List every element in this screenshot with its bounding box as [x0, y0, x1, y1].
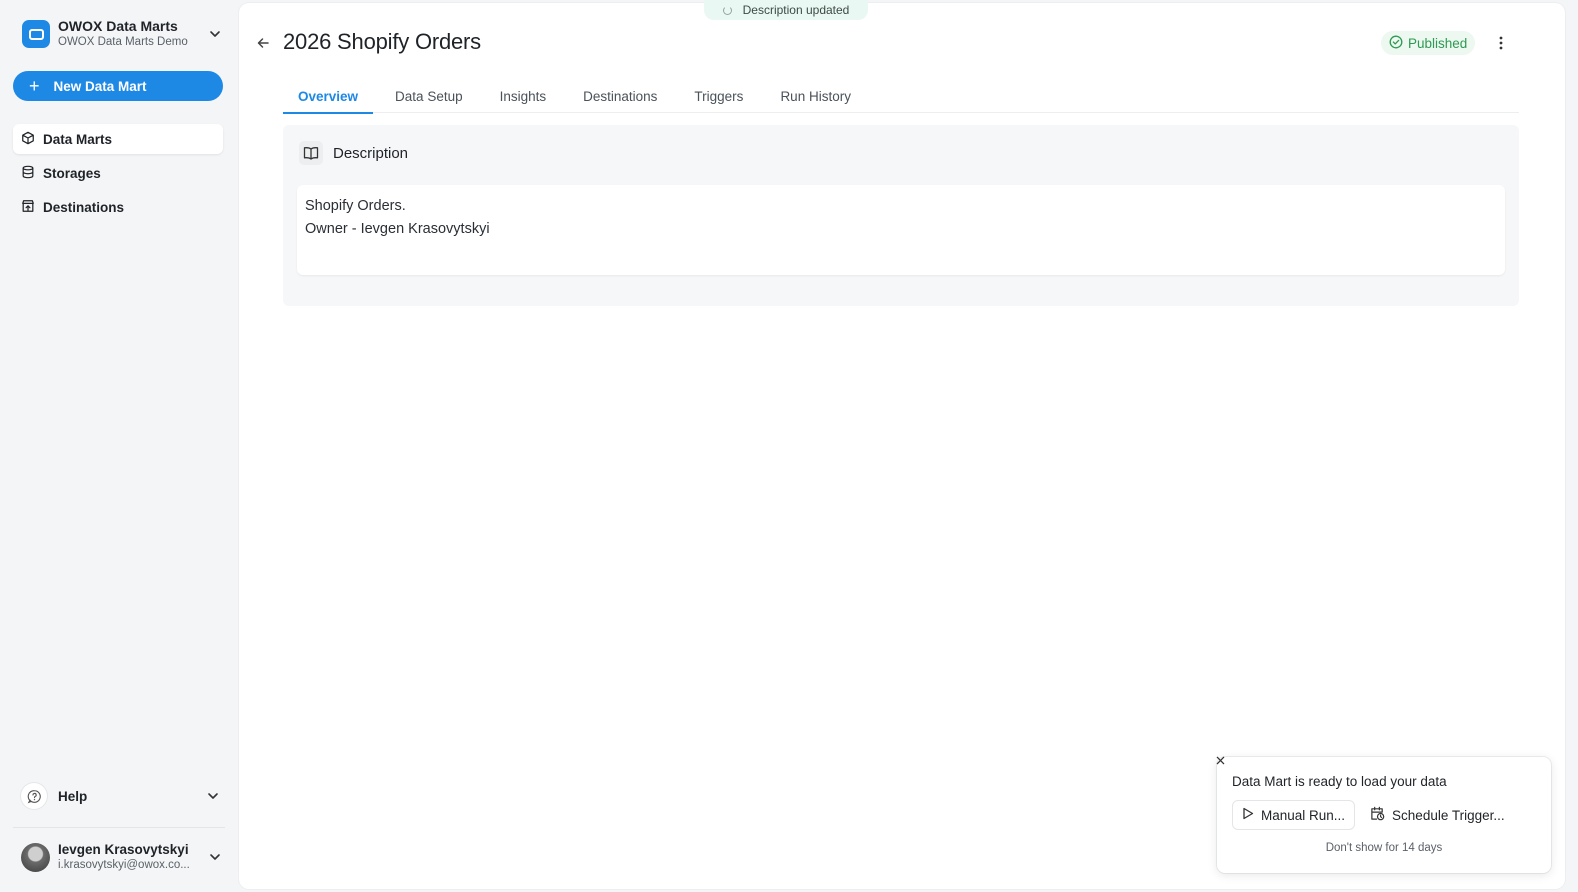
new-data-mart-label: New Data Mart [53, 78, 147, 94]
sidebar-nav: Data Marts Storages Destinations [13, 124, 223, 226]
description-header: Description [299, 141, 408, 165]
sidebar-item-destinations[interactable]: Destinations [13, 192, 223, 222]
cube-icon [21, 131, 43, 148]
description-title: Description [333, 144, 409, 162]
tab-overview[interactable]: Overview [283, 79, 374, 114]
sidebar-divider [13, 827, 225, 828]
new-data-mart-button[interactable]: + New Data Mart [13, 71, 223, 101]
sidebar-item-label: Data Marts [43, 131, 113, 147]
destination-icon [21, 199, 43, 216]
tab-triggers[interactable]: Triggers [679, 79, 758, 113]
popup-actions: Manual Run... Schedule Trigger... [1232, 800, 1520, 830]
user-email: i.krasovytskyi@owox.co... [58, 858, 190, 871]
plus-icon: + [29, 76, 40, 96]
spinner-icon [722, 5, 732, 15]
dont-show-link[interactable]: Don't show for 14 days [1217, 842, 1551, 854]
page-title: 2026 Shopify Orders [283, 29, 481, 54]
description-line: Owner - Ievgen Krasovytskyi [305, 220, 490, 237]
tab-bar: Overview Data Setup Insights Destination… [283, 79, 1519, 114]
sidebar: OWOX Data Marts OWOX Data Marts Demo + N… [0, 0, 238, 892]
tab-insights[interactable]: Insights [485, 79, 562, 113]
more-vertical-icon[interactable] [1491, 33, 1511, 53]
main-panel: 2026 Shopify Orders Published Overview D… [239, 3, 1565, 889]
description-card: Description Shopify Orders. Owner - Ievg… [283, 125, 1519, 306]
status-badge[interactable]: Published [1381, 31, 1476, 55]
sidebar-item-data-marts[interactable]: Data Marts [13, 124, 223, 154]
chevron-down-icon[interactable] [205, 847, 225, 867]
close-icon[interactable] [1213, 753, 1227, 767]
tab-run-history[interactable]: Run History [765, 79, 866, 113]
status-label: Published [1408, 35, 1468, 51]
manual-run-label: Manual Run... [1261, 807, 1346, 823]
description-line: Shopify Orders. [305, 198, 406, 214]
description-text[interactable]: Shopify Orders. Owner - Ievgen Krasovyts… [297, 185, 1505, 275]
toast-notification: Description updated [704, 0, 868, 20]
workspace-name: OWOX Data Marts [58, 18, 178, 35]
play-icon [1242, 807, 1261, 823]
user-name: Ievgen Krasovytskyi [58, 842, 189, 858]
popup-title: Data Mart is ready to load your data [1232, 774, 1447, 789]
help-label: Help [58, 788, 88, 804]
calendar-clock-icon [1370, 806, 1392, 824]
chevron-down-icon[interactable] [205, 24, 225, 44]
tab-data-setup[interactable]: Data Setup [380, 79, 478, 113]
chat-help-icon [21, 783, 47, 809]
back-arrow-icon[interactable] [253, 33, 273, 53]
sidebar-item-label: Destinations [43, 199, 125, 215]
sidebar-item-storages[interactable]: Storages [13, 158, 223, 188]
toast-text: Description updated [742, 3, 850, 17]
chevron-down-icon[interactable] [203, 786, 223, 806]
run-prompt-popup: Data Mart is ready to load your data Man… [1216, 756, 1551, 873]
database-icon [21, 165, 43, 182]
check-circle-icon [1389, 35, 1408, 52]
workspace-switcher[interactable]: OWOX Data Marts OWOX Data Marts Demo [13, 14, 225, 54]
schedule-trigger-label: Schedule Trigger... [1392, 807, 1505, 823]
schedule-trigger-button[interactable]: Schedule Trigger... [1361, 800, 1514, 830]
user-menu[interactable]: Ievgen Krasovytskyi i.krasovytskyi@owox.… [13, 838, 225, 876]
avatar [21, 842, 50, 872]
help-menu[interactable]: Help [13, 780, 223, 812]
sidebar-item-label: Storages [43, 165, 101, 181]
book-open-icon [299, 141, 323, 165]
workspace-subtitle: OWOX Data Marts Demo [58, 36, 188, 49]
manual-run-button[interactable]: Manual Run... [1232, 800, 1356, 830]
owox-logo-icon [22, 20, 50, 48]
tab-destinations[interactable]: Destinations [568, 79, 672, 113]
